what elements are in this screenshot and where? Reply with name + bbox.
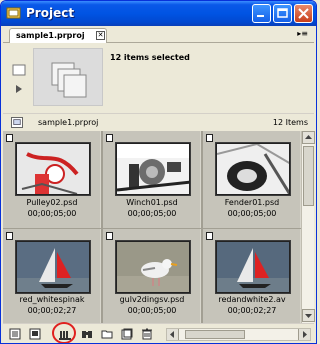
minimize-button[interactable] <box>252 4 271 23</box>
panel-menu-icon[interactable]: ▸≡ <box>297 29 308 38</box>
preview-thumbnail <box>33 48 103 106</box>
maximize-button[interactable] <box>273 4 292 23</box>
bottom-toolbar <box>3 323 314 343</box>
tab-project[interactable]: sample1.prproj ✕ <box>9 28 107 43</box>
arrow-up-icon <box>305 135 312 139</box>
scroll-up-button[interactable] <box>302 131 315 144</box>
project-info-bar: sample1.prproj 12 Items <box>3 113 314 131</box>
highlight-annotation <box>52 322 76 343</box>
play-icon[interactable] <box>16 85 22 93</box>
clip-item[interactable]: redandwhite2.av 00;00;02;27 <box>203 229 301 323</box>
still-image-icon <box>106 232 113 240</box>
project-window: Project sample1.prproj ✕ ▸≡ 12 items sel… <box>0 0 317 344</box>
clip-duration: 00;00;02;27 <box>227 306 277 315</box>
close-icon <box>298 8 309 19</box>
list-view-icon[interactable] <box>9 328 21 340</box>
scroll-down-button[interactable] <box>302 309 315 322</box>
minimize-icon <box>257 15 264 17</box>
clip-thumbnail <box>115 142 191 196</box>
title-bar[interactable]: Project <box>1 1 316 26</box>
project-window-icon <box>6 7 21 19</box>
clip-thumbnail <box>15 142 91 196</box>
item-count: 12 Items <box>272 118 308 127</box>
clip-name: gulv2dingsv.psd <box>119 295 185 304</box>
clip-duration: 00;00;05;00 <box>127 306 177 315</box>
stacked-items-icon <box>51 62 87 98</box>
poster-frame-icon[interactable] <box>12 64 26 76</box>
clip-thumbnail <box>215 142 291 196</box>
clip-name: red_whitespinak <box>19 295 85 304</box>
preview-area: 12 items selected <box>3 43 314 111</box>
clip-duration: 00;00;05;00 <box>227 209 277 218</box>
new-item-icon[interactable] <box>121 328 133 340</box>
new-bin-icon[interactable] <box>101 328 113 340</box>
close-window-button[interactable] <box>294 4 313 23</box>
clip-thumbnail <box>15 240 91 294</box>
clip-duration: 00;00;02;27 <box>27 306 77 315</box>
clip-icon-grid: Pulley02.psd 00;00;05;00 Winch01.psd 00;… <box>3 131 301 323</box>
clip-item[interactable]: Winch01.psd 00;00;05;00 <box>103 131 201 228</box>
clip-duration: 00;00;05;00 <box>27 209 77 218</box>
delete-icon[interactable] <box>141 328 153 340</box>
clip-name: redandwhite2.av <box>218 295 286 304</box>
vertical-scroll-thumb[interactable] <box>303 146 314 206</box>
scroll-left-button[interactable] <box>167 329 179 340</box>
clip-name: Pulley02.psd <box>26 198 78 207</box>
clip-thumbnail <box>115 240 191 294</box>
clip-duration: 00;00;05;00 <box>127 209 177 218</box>
tab-label: sample1.prproj <box>16 31 85 40</box>
scroll-right-button[interactable] <box>298 329 310 340</box>
arrow-right-icon <box>303 331 307 338</box>
still-image-icon <box>6 134 13 142</box>
clip-item[interactable]: red_whitespinak 00;00;02;27 <box>3 229 101 323</box>
arrow-down-icon <box>305 314 312 318</box>
clip-name: Fender01.psd <box>224 198 280 207</box>
tab-close-icon[interactable]: ✕ <box>96 31 105 40</box>
clip-item[interactable]: gulv2dingsv.psd 00;00;05;00 <box>103 229 201 323</box>
icon-view-icon[interactable] <box>29 328 41 340</box>
window-title: Project <box>26 6 75 20</box>
video-clip-icon <box>6 232 13 240</box>
maximize-icon <box>277 8 288 18</box>
horizontal-scrollbar[interactable] <box>166 328 311 341</box>
clip-item[interactable]: Fender01.psd 00;00;05;00 <box>203 131 301 228</box>
selection-summary: 12 items selected <box>110 53 190 62</box>
project-file-icon <box>11 117 23 128</box>
clip-name: Winch01.psd <box>126 198 178 207</box>
clip-item[interactable]: Pulley02.psd 00;00;05;00 <box>3 131 101 228</box>
find-icon[interactable] <box>81 328 93 340</box>
still-image-icon <box>206 134 213 142</box>
panel-tab-row: sample1.prproj ✕ ▸≡ <box>3 26 314 43</box>
clip-thumbnail <box>215 240 291 294</box>
project-name: sample1.prproj <box>38 118 99 127</box>
video-clip-icon <box>206 232 213 240</box>
arrow-left-icon <box>170 331 174 338</box>
horizontal-scroll-thumb[interactable] <box>185 330 245 339</box>
still-image-icon <box>106 134 113 142</box>
vertical-scrollbar[interactable] <box>301 131 315 323</box>
